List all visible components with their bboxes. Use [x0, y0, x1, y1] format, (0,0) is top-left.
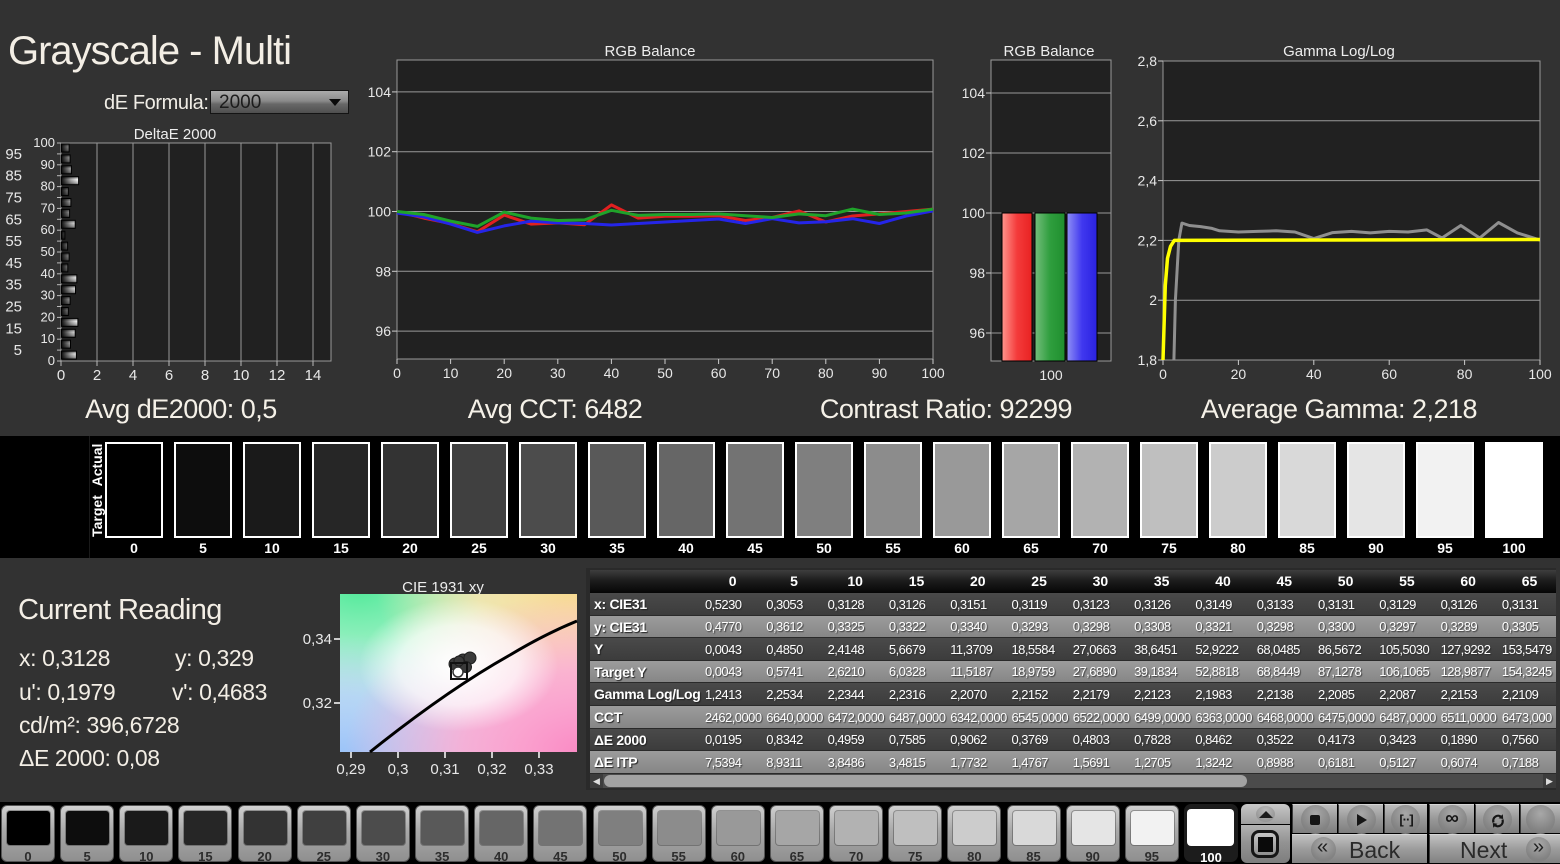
svg-text:90: 90: [872, 365, 888, 381]
svg-text:20: 20: [1231, 366, 1247, 382]
svg-text:1,8: 1,8: [1138, 352, 1158, 368]
svg-text:90: 90: [41, 157, 55, 172]
svg-text:0: 0: [393, 365, 401, 381]
svg-text:100: 100: [1039, 367, 1063, 383]
svg-text:40: 40: [604, 365, 620, 381]
svg-text:35: 35: [5, 277, 22, 294]
svg-text:0,34: 0,34: [303, 631, 332, 648]
svg-text:2,2: 2,2: [1138, 232, 1158, 248]
svg-text:6: 6: [165, 367, 173, 384]
svg-text:15: 15: [5, 320, 22, 337]
svg-text:98: 98: [375, 263, 391, 279]
svg-text:60: 60: [711, 365, 727, 381]
svg-text:102: 102: [962, 145, 986, 161]
svg-text:95: 95: [5, 146, 22, 163]
svg-text:12: 12: [269, 367, 286, 384]
svg-text:100: 100: [921, 365, 945, 381]
svg-text:20: 20: [496, 365, 512, 381]
svg-text:0,29: 0,29: [336, 761, 365, 778]
svg-text:0,3: 0,3: [388, 761, 409, 778]
svg-text:0: 0: [57, 367, 65, 384]
svg-text:85: 85: [5, 168, 22, 185]
svg-text:75: 75: [5, 190, 22, 207]
svg-text:100: 100: [1528, 366, 1552, 382]
svg-text:0: 0: [48, 353, 55, 368]
svg-text:65: 65: [5, 211, 22, 228]
svg-text:96: 96: [969, 325, 985, 341]
svg-text:4: 4: [129, 367, 137, 384]
svg-text:96: 96: [375, 323, 391, 339]
svg-text:8: 8: [201, 367, 209, 384]
svg-text:30: 30: [550, 365, 566, 381]
svg-text:20: 20: [41, 309, 55, 324]
svg-text:10: 10: [233, 367, 250, 384]
svg-text:50: 50: [41, 244, 55, 259]
svg-text:102: 102: [368, 144, 392, 160]
svg-text:2,8: 2,8: [1138, 55, 1158, 69]
svg-text:0,32: 0,32: [303, 695, 332, 712]
svg-text:104: 104: [962, 85, 986, 101]
svg-text:98: 98: [969, 265, 985, 281]
svg-text:2: 2: [1149, 292, 1157, 308]
svg-text:80: 80: [1457, 366, 1473, 382]
svg-text:10: 10: [443, 365, 459, 381]
svg-text:80: 80: [818, 365, 834, 381]
svg-text:100: 100: [962, 205, 986, 221]
svg-text:2: 2: [93, 367, 101, 384]
svg-text:80: 80: [41, 179, 55, 194]
svg-text:0,32: 0,32: [477, 761, 506, 778]
svg-text:0,31: 0,31: [430, 761, 459, 778]
svg-text:45: 45: [5, 255, 22, 272]
svg-text:55: 55: [5, 233, 22, 250]
svg-text:60: 60: [41, 222, 55, 237]
svg-text:0,33: 0,33: [524, 761, 553, 778]
svg-text:2,4: 2,4: [1138, 173, 1158, 189]
svg-text:30: 30: [41, 288, 55, 303]
svg-text:14: 14: [305, 367, 322, 384]
svg-text:60: 60: [1381, 366, 1397, 382]
svg-text:70: 70: [764, 365, 780, 381]
svg-text:104: 104: [368, 84, 392, 100]
svg-text:50: 50: [657, 365, 673, 381]
svg-text:70: 70: [41, 200, 55, 215]
svg-text:100: 100: [33, 135, 55, 150]
svg-text:100: 100: [368, 204, 392, 220]
svg-text:40: 40: [41, 266, 55, 281]
svg-text:10: 10: [41, 331, 55, 346]
svg-text:40: 40: [1306, 366, 1322, 382]
svg-text:5: 5: [14, 342, 22, 359]
svg-text:0: 0: [1159, 366, 1167, 382]
svg-text:25: 25: [5, 299, 22, 316]
svg-text:2,6: 2,6: [1138, 113, 1158, 129]
